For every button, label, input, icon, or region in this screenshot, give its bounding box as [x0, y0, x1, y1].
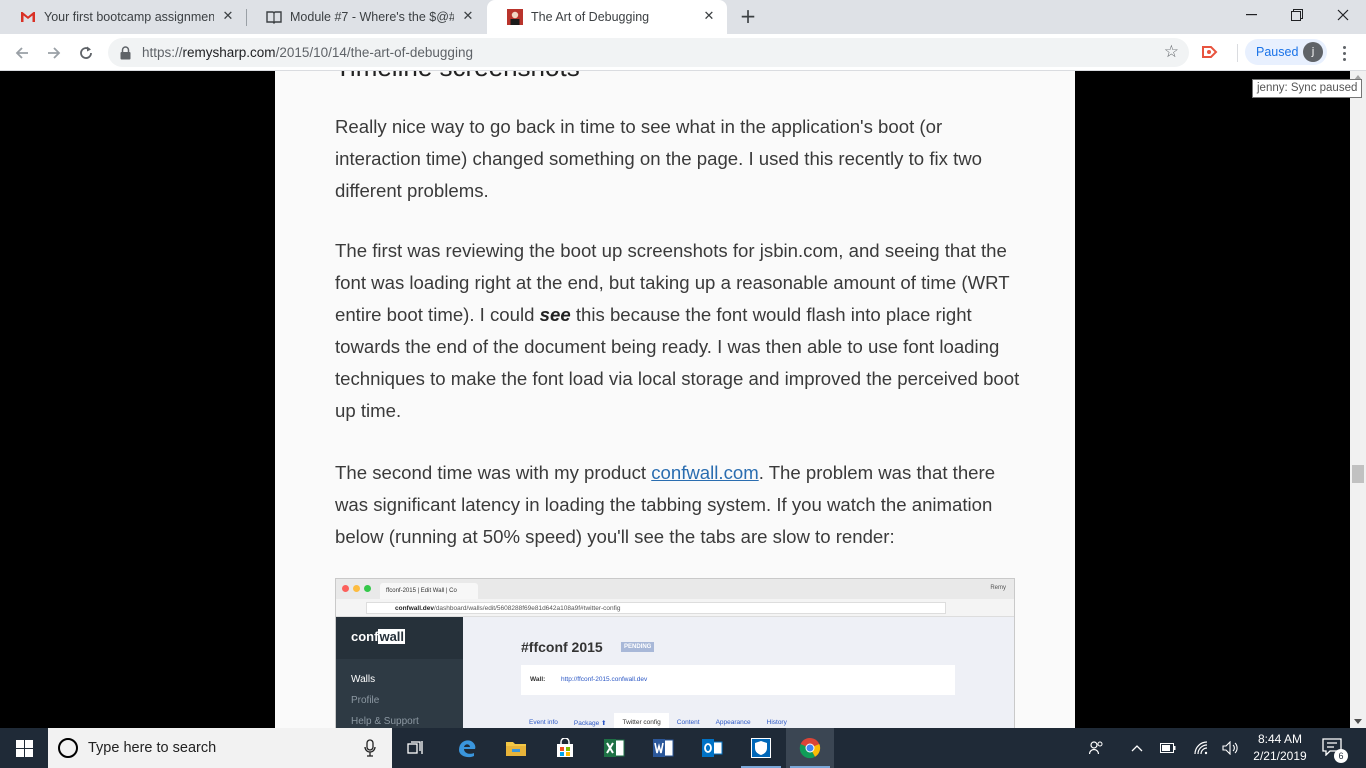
- tab-title: Your first bootcamp assignment!: [44, 10, 214, 24]
- embedded-address-bar: confwall.dev/dashboard/walls/edit/560828…: [366, 602, 946, 614]
- chrome-menu-button[interactable]: [1336, 42, 1352, 64]
- system-clock[interactable]: 8:44 AM 2/21/2019: [1243, 731, 1317, 765]
- scroll-down-arrow-icon[interactable]: [1354, 719, 1362, 724]
- tab-art-of-debugging[interactable]: The Art of Debugging ✕: [487, 0, 727, 34]
- sync-status-label: Paused: [1256, 45, 1299, 59]
- url-text: https://remysharp.com/2015/10/14/the-art…: [142, 45, 473, 60]
- wall-title: #ffconf 2015: [521, 639, 603, 655]
- confwall-logo: confwall: [351, 629, 406, 644]
- clock-date: 2/21/2019: [1253, 749, 1307, 763]
- sync-tooltip: jenny: Sync paused: [1252, 79, 1363, 98]
- cortana-icon: [58, 738, 78, 758]
- site-avatar-icon: [507, 9, 523, 25]
- notification-count-badge: 6: [1334, 749, 1348, 763]
- wifi-icon[interactable]: [1193, 740, 1211, 756]
- page-viewport: Timeline screenshots Really nice way to …: [0, 71, 1350, 728]
- sidebar-item-help: Help & Support: [351, 716, 419, 727]
- windows-logo-icon: [15, 739, 33, 757]
- restore-button[interactable]: [1274, 0, 1320, 30]
- confwall-animation-image: ffconf-2015 | Edit Wall | Co Remy confwa…: [335, 578, 1015, 728]
- new-tab-button[interactable]: +: [736, 5, 760, 29]
- excel-icon[interactable]: [590, 728, 638, 768]
- outlook-icon[interactable]: [688, 728, 736, 768]
- volume-icon[interactable]: [1222, 740, 1240, 756]
- embedded-main-pane: #ffconf 2015 PENDING Wall: http://ffconf…: [463, 617, 1014, 728]
- store-icon[interactable]: [541, 728, 589, 768]
- search-placeholder: Type here to search: [88, 740, 217, 756]
- status-badge: PENDING: [621, 642, 655, 652]
- emphasis-text: see: [539, 304, 571, 325]
- taskbar-search-box[interactable]: Type here to search: [48, 728, 392, 768]
- task-view-icon[interactable]: [392, 728, 440, 768]
- windows-taskbar: Type here to search 8:44 AM 2/21/2019 6: [0, 728, 1366, 768]
- paragraph: Really nice way to go back in time to se…: [335, 116, 983, 201]
- embedded-tabs: Event info Package ⬆ Twitter config Cont…: [521, 713, 795, 728]
- confwall-link[interactable]: confwall.com: [651, 462, 758, 483]
- back-button[interactable]: [8, 39, 36, 67]
- sync-paused-button[interactable]: Paused j: [1245, 39, 1327, 65]
- minimize-button[interactable]: [1228, 0, 1274, 30]
- file-explorer-icon[interactable]: [492, 728, 540, 768]
- chevron-up-icon[interactable]: [1128, 740, 1146, 756]
- tab-module[interactable]: Module #7 - Where's the $@#*!in ✕: [246, 0, 486, 34]
- paragraph: The first was reviewing the boot up scre…: [335, 240, 1020, 421]
- browser-toolbar: https://remysharp.com/2015/10/14/the-art…: [0, 34, 1366, 71]
- close-window-button[interactable]: [1320, 0, 1366, 30]
- people-icon[interactable]: [1088, 740, 1106, 756]
- chrome-icon[interactable]: [786, 728, 834, 768]
- sidebar-item-profile: Profile: [351, 695, 380, 706]
- sidebar-item-walls: Walls: [351, 674, 376, 685]
- clock-time: 8:44 AM: [1257, 732, 1303, 746]
- embedded-tab-title: ffconf-2015 | Edit Wall | Co: [380, 583, 478, 599]
- close-tab-icon[interactable]: ✕: [220, 9, 236, 25]
- section-heading: Timeline screenshots: [335, 71, 580, 83]
- profile-avatar: j: [1303, 42, 1323, 62]
- article-column: Timeline screenshots Really nice way to …: [275, 71, 1075, 728]
- close-tab-icon[interactable]: ✕: [701, 9, 717, 25]
- tab-gmail[interactable]: Your first bootcamp assignment! ✕: [0, 0, 246, 34]
- gmail-icon: [20, 9, 36, 25]
- embedded-user-name: Remy: [990, 585, 1006, 591]
- close-tab-icon[interactable]: ✕: [460, 9, 476, 25]
- tab-title: The Art of Debugging: [531, 10, 650, 24]
- toolbar-divider: [1237, 44, 1238, 62]
- edge-icon[interactable]: [443, 728, 491, 768]
- embedded-sidebar: confwall Walls Profile Help & Support: [336, 617, 463, 728]
- page-scrollbar[interactable]: [1350, 71, 1366, 728]
- lock-icon[interactable]: [120, 45, 131, 64]
- word-icon[interactable]: [639, 728, 687, 768]
- extension-icon[interactable]: [1201, 44, 1219, 64]
- window-traffic-lights: [342, 585, 371, 592]
- battery-icon[interactable]: [1159, 740, 1177, 756]
- paragraph: The second time was with my product conf…: [335, 462, 996, 547]
- tab-title: Module #7 - Where's the $@#*!in: [290, 10, 454, 24]
- reload-button[interactable]: [72, 39, 100, 67]
- action-center-icon[interactable]: 6: [1322, 738, 1348, 763]
- bookmark-star-icon[interactable]: ☆: [1164, 43, 1179, 61]
- address-bar[interactable]: https://remysharp.com/2015/10/14/the-art…: [108, 38, 1189, 67]
- tab-strip: Your first bootcamp assignment! ✕ Module…: [0, 0, 1366, 34]
- forward-button[interactable]: [40, 39, 68, 67]
- start-button[interactable]: [0, 728, 48, 768]
- security-icon[interactable]: [737, 728, 785, 768]
- microphone-icon[interactable]: [364, 739, 376, 761]
- book-icon: [266, 9, 282, 25]
- scrollbar-thumb[interactable]: [1352, 465, 1364, 483]
